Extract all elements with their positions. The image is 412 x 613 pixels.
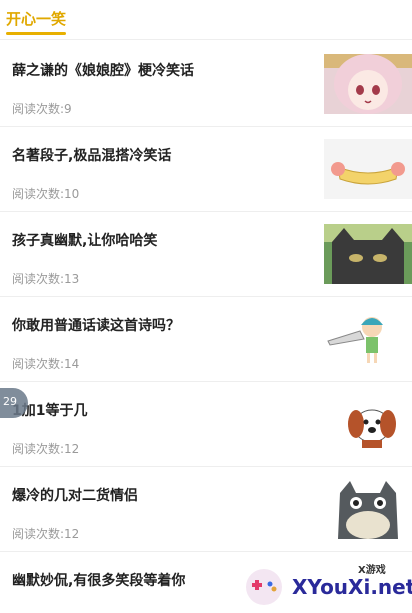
read-count: 阅读次数:9 xyxy=(12,100,72,117)
item-title: 爆冷的几对二货情侣 xyxy=(12,488,138,504)
read-count: 阅读次数:13 xyxy=(12,270,79,287)
black-cat-image xyxy=(324,224,412,284)
list-item[interactable]: 爆冷的几对二货情侣 阅读次数:12 xyxy=(0,467,412,552)
read-count-label: 阅读次数: xyxy=(12,272,65,286)
list-item[interactable]: 名著段子,极品混搭冷笑话 阅读次数:10 xyxy=(0,127,412,212)
anime-girl-image xyxy=(324,54,412,114)
read-count-value: 12 xyxy=(64,527,80,541)
totoro-image xyxy=(324,479,412,539)
item-title: 幽默妙侃,有很多笑段等着你 xyxy=(12,573,186,589)
list-item[interactable]: 孩子真幽默,让你哈哈笑 阅读次数:13 xyxy=(0,212,412,297)
read-count-label: 阅读次数: xyxy=(12,357,65,371)
item-title: 孩子真幽默,让你哈哈笑 xyxy=(12,233,158,249)
floating-button-label: 29 xyxy=(3,395,17,408)
read-count-label: 阅读次数: xyxy=(12,442,65,456)
read-count-value: 9 xyxy=(64,102,72,116)
watermark: X游戏 XYouXi.net xyxy=(240,559,412,613)
banner-ribbon-image xyxy=(324,139,412,199)
tab-kaixin-yixiao[interactable]: 开心一笑 xyxy=(6,8,66,29)
tab-active-indicator xyxy=(6,32,66,35)
read-count-value: 12 xyxy=(64,442,80,456)
read-count: 阅读次数:12 xyxy=(12,525,79,542)
read-count: 阅读次数:12 xyxy=(12,440,79,457)
article-list: 薛之谦的《娘娘腔》梗冷笑话 阅读次数:9 名著段子,极品混搭冷笑话 阅读次数:1… xyxy=(0,42,412,613)
read-count-value: 10 xyxy=(64,187,80,201)
cartoon-dog-image xyxy=(324,394,412,454)
item-title: 名著段子,极品混搭冷笑话 xyxy=(12,148,172,164)
read-count-value: 13 xyxy=(64,272,80,286)
read-count-label: 阅读次数: xyxy=(12,187,65,201)
list-item[interactable]: 薛之谦的《娘娘腔》梗冷笑话 阅读次数:9 xyxy=(0,42,412,127)
read-count-label: 阅读次数: xyxy=(12,102,65,116)
read-count: 阅读次数:10 xyxy=(12,185,79,202)
item-title: 你敢用普通话读这首诗吗？ xyxy=(12,318,180,334)
watermark-text: XYouXi.net xyxy=(292,575,412,599)
read-count-label: 阅读次数: xyxy=(12,527,65,541)
read-count: 阅读次数:14 xyxy=(12,355,79,372)
item-title: 薛之谦的《娘娘腔》梗冷笑话 xyxy=(12,63,194,79)
header: 开心一笑 xyxy=(0,0,412,40)
read-count-value: 14 xyxy=(64,357,80,371)
watermark-sub: X游戏 xyxy=(358,565,386,576)
cartoon-kid-image xyxy=(324,309,412,369)
gamepad-logo-icon xyxy=(244,567,284,607)
list-item[interactable]: 你敢用普通话读这首诗吗？ 阅读次数:14 xyxy=(0,297,412,382)
list-item[interactable]: 1加1等于几 阅读次数:12 xyxy=(0,382,412,467)
